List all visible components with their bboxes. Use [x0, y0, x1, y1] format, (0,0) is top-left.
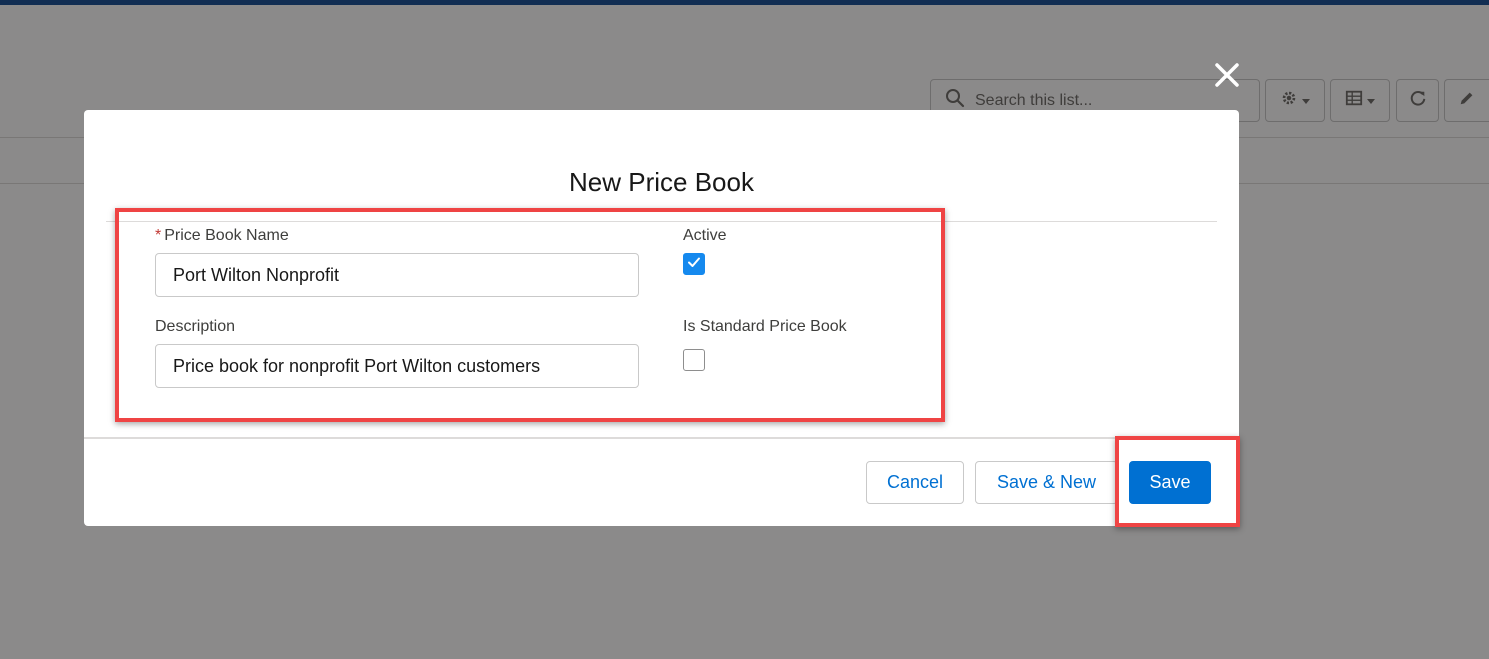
page: Search this list... New Price Book * Pri… — [0, 0, 1489, 659]
fields-highlight-box — [115, 208, 945, 422]
save-and-new-button[interactable]: Save & New — [975, 461, 1118, 504]
modal-title: New Price Book — [569, 167, 754, 197]
save-highlight-box — [1115, 436, 1240, 527]
cancel-button[interactable]: Cancel — [866, 461, 964, 504]
close-icon — [1214, 62, 1240, 93]
close-modal-button[interactable] — [1210, 60, 1244, 94]
footer-divider — [84, 437, 1239, 439]
